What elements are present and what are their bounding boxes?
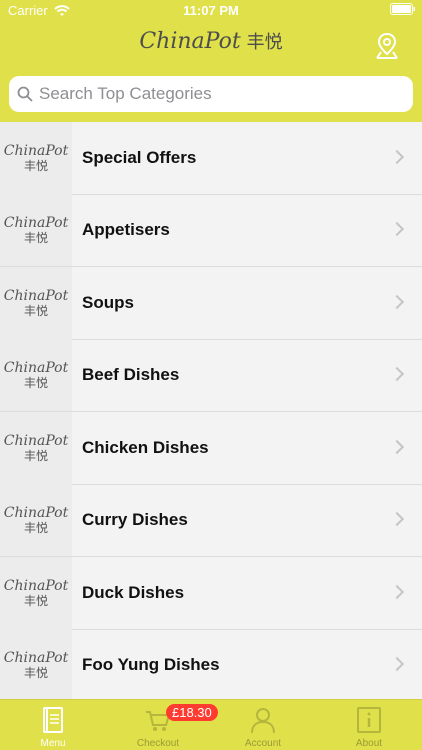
category-thumbnail: ChinaPot 丰悦 bbox=[0, 339, 72, 412]
category-thumbnail: ChinaPot 丰悦 bbox=[0, 122, 72, 194]
battery-icon bbox=[390, 3, 416, 18]
logo-script: ChinaPot bbox=[139, 29, 241, 54]
chevron-right-icon bbox=[389, 149, 405, 164]
app-logo: ChinaPot 丰悦 bbox=[0, 28, 422, 54]
user-icon bbox=[251, 708, 275, 734]
search-icon bbox=[17, 86, 33, 102]
header: Carrier 11:07 PM ChinaPot 丰悦 bbox=[0, 0, 422, 122]
chevron-right-icon bbox=[389, 222, 405, 237]
map-pin-icon bbox=[376, 32, 398, 59]
status-bar: Carrier 11:07 PM bbox=[0, 0, 422, 22]
chevron-right-icon bbox=[389, 294, 405, 309]
category-thumbnail: ChinaPot 丰悦 bbox=[0, 266, 72, 339]
category-row-duck-dishes[interactable]: ChinaPot 丰悦 Duck Dishes bbox=[0, 556, 422, 630]
category-label: Chicken Dishes bbox=[82, 437, 209, 457]
category-label: Beef Dishes bbox=[82, 365, 180, 385]
tab-about-label: About bbox=[355, 738, 383, 749]
category-thumbnail: ChinaPot 丰悦 bbox=[0, 556, 72, 629]
location-button[interactable] bbox=[374, 32, 400, 60]
tab-about[interactable]: About bbox=[329, 700, 409, 750]
chevron-right-icon bbox=[389, 512, 405, 527]
category-label: Special Offers bbox=[82, 147, 197, 167]
menu-book-icon bbox=[43, 707, 63, 733]
logo-cjk: 丰悦 bbox=[246, 32, 283, 53]
category-thumbnail: ChinaPot 丰悦 bbox=[0, 629, 72, 699]
cart-total-badge: £18.30 bbox=[166, 704, 218, 721]
tab-bar: Menu Checkout £18.30 Account About bbox=[0, 699, 422, 750]
chevron-right-icon bbox=[389, 657, 405, 672]
category-row-appetisers[interactable]: ChinaPot 丰悦 Appetisers bbox=[0, 194, 422, 267]
tab-checkout-label: Checkout bbox=[136, 738, 180, 749]
status-time: 11:07 PM bbox=[183, 3, 239, 18]
info-icon bbox=[357, 707, 381, 733]
tab-menu[interactable]: Menu bbox=[13, 700, 93, 750]
category-label: Duck Dishes bbox=[82, 582, 185, 602]
category-label: Soups bbox=[82, 292, 134, 312]
category-row-foo-yung-dishes[interactable]: ChinaPot 丰悦 Foo Yung Dishes bbox=[0, 629, 422, 699]
tab-menu-label: Menu bbox=[40, 738, 66, 749]
chevron-right-icon bbox=[389, 367, 405, 382]
category-label: Curry Dishes bbox=[82, 510, 188, 530]
search-bar bbox=[9, 76, 413, 112]
category-label: Appetisers bbox=[82, 220, 170, 240]
nav-bar: ChinaPot 丰悦 bbox=[0, 22, 422, 68]
category-row-beef-dishes[interactable]: ChinaPot 丰悦 Beef Dishes bbox=[0, 339, 422, 412]
chevron-right-icon bbox=[389, 584, 405, 599]
category-row-soups[interactable]: ChinaPot 丰悦 Soups bbox=[0, 266, 422, 340]
category-list: ChinaPot 丰悦 Special Offers ChinaPot 丰悦 A… bbox=[0, 122, 422, 699]
category-thumbnail: ChinaPot 丰悦 bbox=[0, 194, 72, 267]
category-row-special-offers[interactable]: ChinaPot 丰悦 Special Offers bbox=[0, 122, 422, 195]
category-row-chicken-dishes[interactable]: ChinaPot 丰悦 Chicken Dishes bbox=[0, 411, 422, 485]
category-row-curry-dishes[interactable]: ChinaPot 丰悦 Curry Dishes bbox=[0, 484, 422, 557]
chevron-right-icon bbox=[389, 439, 405, 454]
category-label: Foo Yung Dishes bbox=[82, 655, 220, 675]
search-input[interactable] bbox=[9, 76, 413, 112]
category-thumbnail: ChinaPot 丰悦 bbox=[0, 411, 72, 484]
tab-account[interactable]: Account bbox=[223, 700, 303, 750]
category-thumbnail: ChinaPot 丰悦 bbox=[0, 484, 72, 557]
tab-account-label: Account bbox=[244, 738, 282, 749]
